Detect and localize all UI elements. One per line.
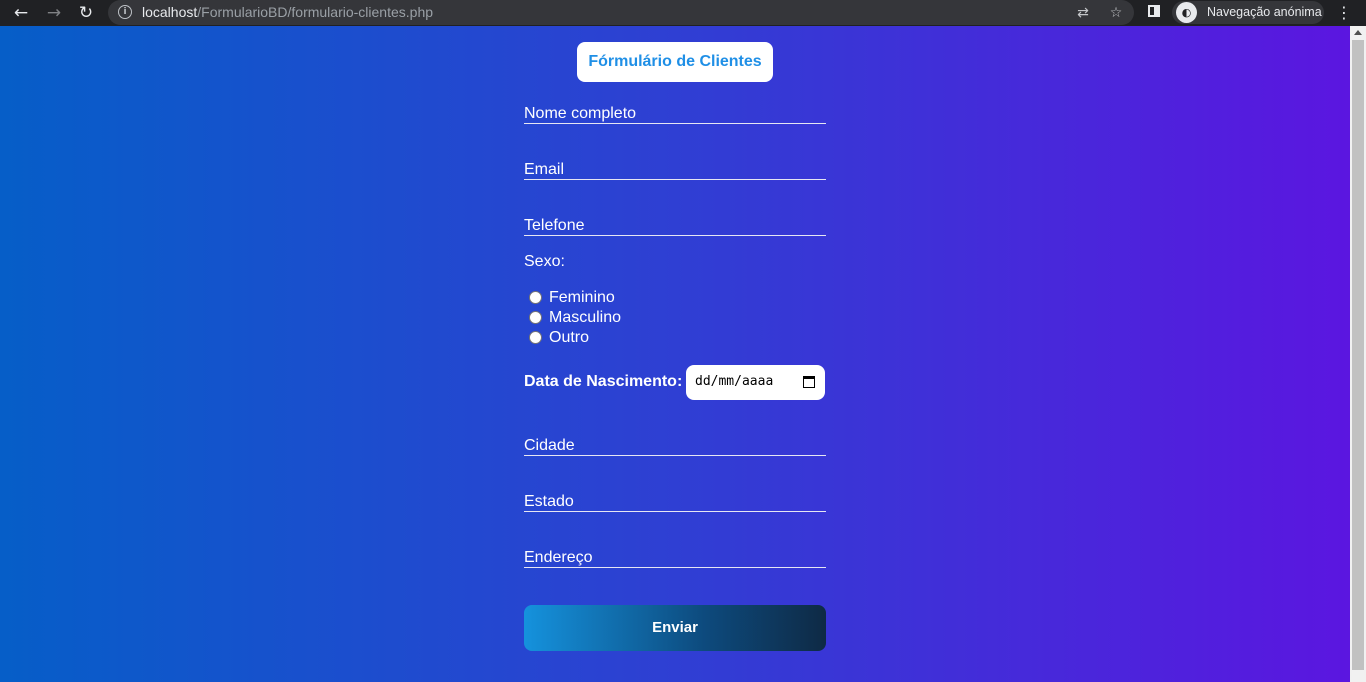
email-field[interactable]: Email — [524, 160, 826, 180]
radio-button[interactable] — [529, 291, 542, 304]
data-nascimento-label: Data de Nascimento: — [524, 373, 683, 390]
incognito-icon: ◐ — [1176, 2, 1197, 23]
url-text: localhost/FormularioBD/formulario-client… — [142, 4, 433, 20]
address-bar[interactable]: i localhost/FormularioBD/formulario-clie… — [108, 0, 1134, 25]
translate-icon[interactable]: ⇄ — [1073, 3, 1093, 23]
radio-label: Feminino — [549, 289, 615, 306]
endereco-label: Endereço — [524, 549, 593, 566]
sexo-label: Sexo: — [524, 253, 565, 270]
radio-button[interactable] — [529, 331, 542, 344]
scrollbar-thumb[interactable] — [1352, 40, 1364, 670]
back-icon[interactable]: ← — [10, 2, 32, 24]
browser-toolbar: ← → ↻ i localhost/FormularioBD/formulari… — [0, 0, 1366, 26]
incognito-profile-button[interactable]: ◐ Navegação anónima — [1172, 1, 1324, 24]
telefone-field[interactable]: Telefone — [524, 216, 826, 236]
info-icon[interactable]: i — [118, 5, 132, 19]
scroll-up-icon[interactable] — [1354, 30, 1362, 35]
star-icon[interactable]: ☆ — [1106, 3, 1126, 23]
enviar-button[interactable]: Enviar — [524, 605, 826, 651]
calendar-icon[interactable] — [803, 376, 815, 388]
date-placeholder: dd/mm/aaaa — [695, 374, 774, 389]
form-title: Fórmulário de Clientes — [577, 42, 773, 82]
email-label: Email — [524, 161, 565, 178]
side-panel-icon[interactable] — [1148, 5, 1160, 17]
page-background: Fórmulário de Clientes Nome completo Ema… — [0, 26, 1350, 682]
estado-label: Estado — [524, 493, 574, 510]
radio-label: Outro — [549, 329, 590, 346]
profile-label: Navegação anónima — [1207, 5, 1322, 19]
forward-icon[interactable]: → — [43, 2, 65, 24]
nome-field[interactable]: Nome completo — [524, 104, 826, 124]
endereco-field[interactable]: Endereço — [524, 548, 826, 568]
cidade-field[interactable]: Cidade — [524, 436, 826, 456]
radio-button[interactable] — [529, 311, 542, 324]
url-path: /FormularioBD/formulario-clientes.php — [197, 4, 434, 20]
estado-field[interactable]: Estado — [524, 492, 826, 512]
cidade-label: Cidade — [524, 437, 575, 454]
radio-label: Masculino — [549, 309, 622, 326]
url-host: localhost — [142, 4, 198, 20]
reload-icon[interactable]: ↻ — [75, 2, 97, 24]
telefone-label: Telefone — [524, 217, 585, 234]
data-nascimento-input[interactable]: dd/mm/aaaa — [686, 365, 825, 400]
nome-label: Nome completo — [524, 105, 637, 122]
menu-icon[interactable]: ⋮ — [1336, 2, 1352, 24]
